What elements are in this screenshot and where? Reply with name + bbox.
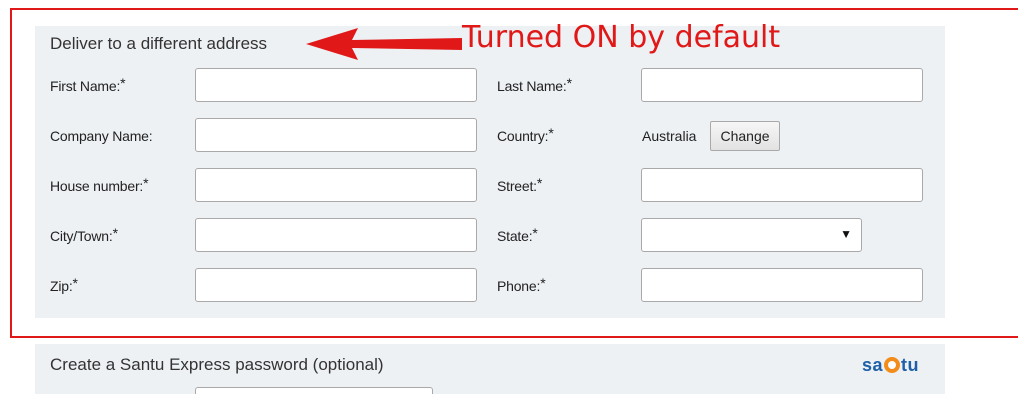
street-label: Street:* — [497, 175, 543, 194]
state-select[interactable]: ▼ — [641, 218, 862, 252]
last-name-input[interactable] — [641, 68, 923, 102]
santu-logo-mark-icon — [884, 357, 901, 373]
section-title: Deliver to a different address — [50, 34, 268, 53]
house-number-input[interactable] — [195, 168, 477, 202]
annotation-text: Turned ON by default — [462, 20, 781, 55]
arrow-left-icon — [306, 28, 462, 60]
change-country-button[interactable]: Change — [710, 121, 780, 151]
company-name-label: Company Name: — [50, 128, 153, 144]
country-label: Country:* — [497, 125, 554, 144]
phone-label: Phone:* — [497, 275, 546, 294]
zip-input[interactable] — [195, 268, 477, 302]
first-name-input[interactable] — [195, 68, 477, 102]
zip-label: Zip:* — [50, 275, 78, 294]
country-value: Australia — [642, 128, 697, 144]
city-town-label: City/Town:* — [50, 225, 118, 244]
password-section-title: Create a Santu Express password (optiona… — [50, 355, 384, 374]
caret-down-icon: ▼ — [840, 227, 852, 241]
house-number-label: House number:* — [50, 175, 149, 194]
company-name-input[interactable] — [195, 118, 477, 152]
first-name-label: First Name:* — [50, 75, 126, 94]
phone-input[interactable] — [641, 268, 923, 302]
last-name-label: Last Name:* — [497, 75, 572, 94]
state-label: State:* — [497, 225, 538, 244]
street-input[interactable] — [641, 168, 923, 202]
santu-logo: sa tu — [862, 355, 920, 375]
city-town-input[interactable] — [195, 218, 477, 252]
password-input[interactable] — [195, 387, 433, 394]
